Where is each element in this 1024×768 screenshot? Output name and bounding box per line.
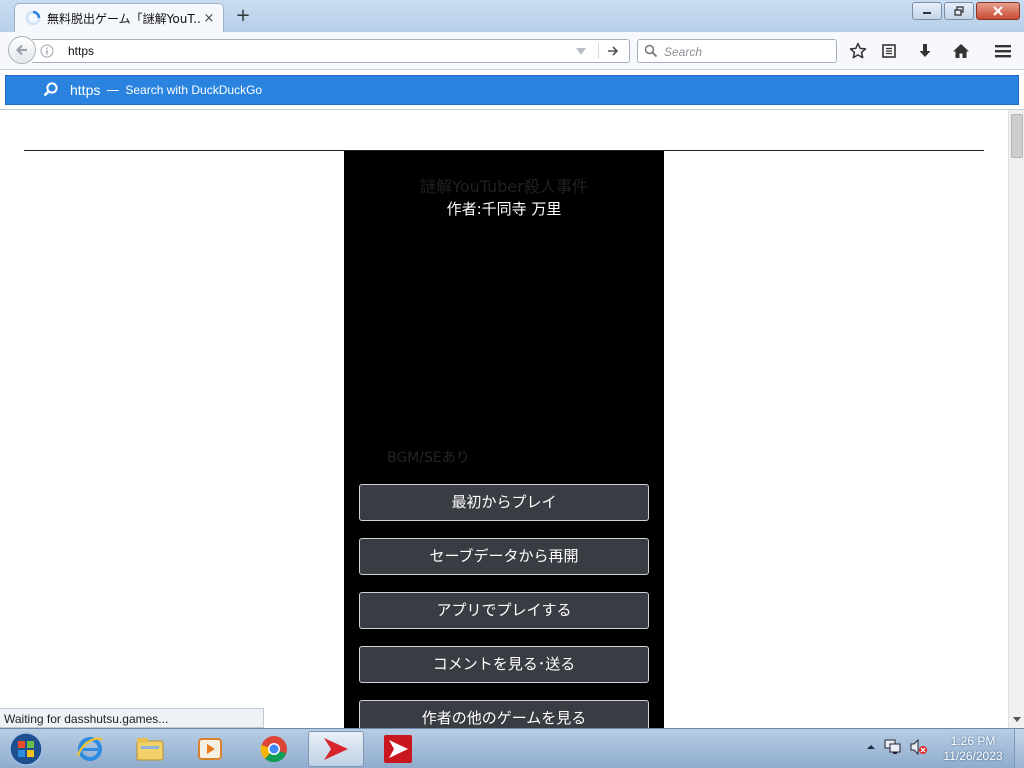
game-author: 作者:千同寺 万里 [446, 200, 562, 218]
network-icon[interactable] [884, 739, 902, 755]
resume-from-save-button[interactable]: セーブデータから再開 [359, 538, 649, 575]
url-separator [598, 43, 599, 59]
autocomplete-term: https [70, 82, 101, 98]
search-icon [644, 44, 658, 58]
system-tray [866, 739, 928, 755]
autocomplete-action: Search with DuckDuckGo [125, 83, 263, 97]
download-icon [919, 44, 931, 57]
star-icon [849, 42, 867, 59]
url-input[interactable]: https [68, 44, 94, 58]
play-from-start-button[interactable]: 最初からプレイ [359, 484, 649, 521]
downloads-button[interactable] [914, 40, 936, 62]
clock[interactable]: 1:26 PM 11/26/2023 [938, 734, 1008, 764]
restore-icon [954, 6, 964, 16]
reader-icon [882, 44, 896, 58]
minimize-button[interactable] [912, 2, 942, 20]
clock-date: 11/26/2023 [943, 749, 1003, 763]
loading-spinner-icon [25, 10, 41, 26]
minimize-icon [923, 12, 931, 14]
status-bar: Waiting for dasshutsu.games... [0, 708, 264, 728]
clock-time: 1:26 PM [950, 734, 996, 748]
navigation-toolbar: https Search [0, 32, 1024, 70]
page-content: 謎解YouTuber殺人事件 作者:千同寺 万里 BGM/SEあり 最初からプレ… [0, 110, 1008, 728]
restore-button[interactable] [944, 2, 974, 20]
menu-button[interactable] [992, 40, 1014, 62]
show-desktop-button[interactable] [1014, 729, 1024, 768]
url-bar[interactable]: https [32, 39, 630, 63]
taskbar-media-player[interactable] [182, 731, 238, 767]
autocomplete-popup: https — Search with DuckDuckGo [0, 70, 1024, 110]
explorer-icon [136, 738, 164, 761]
taskbar-pdf-app-2[interactable] [370, 731, 426, 767]
tray-expand-icon[interactable] [866, 742, 876, 752]
bgm-note: BGM/SEあり [387, 450, 470, 466]
chrome-icon [260, 736, 287, 763]
media-player-icon [198, 738, 222, 760]
home-icon [953, 44, 969, 58]
pdf-app-icon [384, 735, 412, 763]
volume-muted-icon[interactable] [910, 739, 928, 755]
search-icon [43, 82, 58, 97]
search-input[interactable]: Search [664, 45, 702, 59]
pdf-app-icon [324, 738, 348, 760]
play-in-app-button[interactable]: アプリでプレイする [359, 592, 649, 629]
taskbar-pdf-app-1[interactable] [308, 731, 364, 767]
ie-icon [76, 737, 103, 761]
autocomplete-search-suggestion[interactable]: https — Search with DuckDuckGo [5, 75, 1019, 105]
scroll-down-icon[interactable] [1013, 716, 1021, 724]
game-panel: 謎解YouTuber殺人事件 作者:千同寺 万里 BGM/SEあり 最初からプレ… [344, 151, 664, 728]
title-bar: 無料脱出ゲーム「謎解YouT... × + [0, 0, 1024, 32]
close-window-button[interactable] [976, 2, 1020, 20]
bookmark-star-button[interactable] [847, 40, 869, 62]
dropmarker-icon[interactable] [576, 48, 586, 56]
search-bar[interactable]: Search [637, 39, 837, 63]
new-tab-button[interactable]: + [232, 5, 254, 27]
go-arrow-icon[interactable] [606, 44, 620, 58]
back-arrow-icon [15, 44, 27, 56]
window-controls [912, 2, 1020, 20]
other-games-button[interactable]: 作者の他のゲームを見る [359, 700, 649, 728]
autocomplete-separator: — [106, 82, 120, 98]
windows-taskbar: 1:26 PM 11/26/2023 [0, 728, 1024, 768]
home-button[interactable] [950, 40, 972, 62]
info-icon[interactable] [40, 44, 54, 58]
comments-button[interactable]: コメントを見る･送る [359, 646, 649, 683]
tab-active[interactable]: 無料脱出ゲーム「謎解YouT... × [14, 3, 224, 32]
tab-title: 無料脱出ゲーム「謎解YouT... [47, 11, 201, 26]
start-orb-icon[interactable] [6, 731, 46, 767]
back-button[interactable] [8, 36, 36, 64]
close-icon [993, 6, 1003, 16]
menu-icon [995, 45, 1011, 58]
vertical-scrollbar[interactable] [1008, 110, 1024, 728]
reader-button[interactable] [878, 40, 900, 62]
tab-close-icon[interactable]: × [201, 11, 217, 26]
taskbar-chrome[interactable] [246, 731, 302, 767]
game-title: 謎解YouTuber殺人事件 [420, 177, 588, 196]
taskbar-explorer[interactable] [122, 731, 178, 767]
scrollbar-thumb[interactable] [1011, 114, 1023, 158]
taskbar-ie[interactable] [62, 731, 118, 767]
